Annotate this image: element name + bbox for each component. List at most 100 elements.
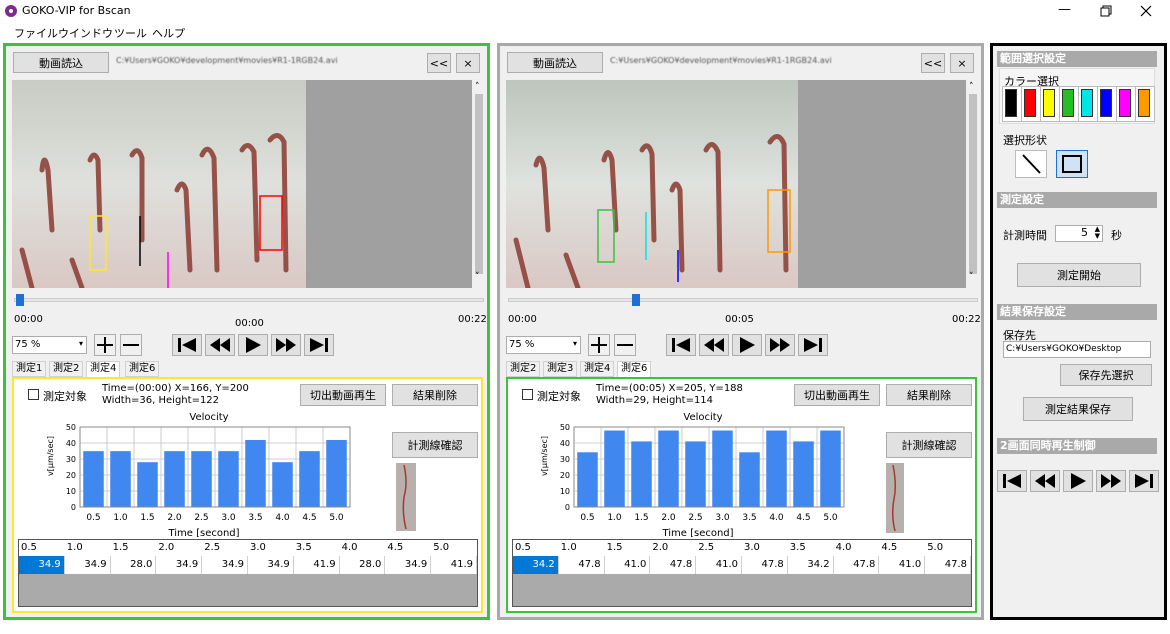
tab-measure-2[interactable]: 測定2 [49,361,84,377]
zoom-out-button[interactable] [120,334,142,356]
sync-skip-end-button[interactable] [1129,470,1159,492]
velocity-cell[interactable]: 34.9 [385,556,432,574]
play-clip-button[interactable]: 切出動画再生 [794,384,880,406]
y-tick-label: 50 [66,423,76,432]
close-window-icon[interactable] [1140,5,1152,17]
color-swatch[interactable] [1135,86,1155,122]
confirm-line-button[interactable]: 計測線確認 [886,432,972,458]
play-clip-button[interactable]: 切出動画再生 [300,384,386,406]
save-results-button[interactable]: 測定結果保存 [1023,397,1133,421]
target-checkbox[interactable] [28,389,39,400]
confirm-line-button[interactable]: 計測線確認 [392,432,478,458]
scroll-down-icon[interactable]: ˅ [475,272,480,282]
tab-measure-6[interactable]: 測定6 [617,361,652,378]
velocity-cell[interactable]: 28.0 [111,556,157,574]
menu-help[interactable]: ヘルプ [152,25,185,41]
color-swatch[interactable] [1040,86,1060,122]
tab-measure-6[interactable]: 測定6 [125,361,160,377]
rect-shape-button[interactable] [1056,150,1088,178]
scroll-down-icon[interactable]: ˅ [969,272,974,282]
velocity-cell[interactable]: 34.9 [202,556,248,574]
delete-results-button[interactable]: 結果削除 [886,384,972,406]
velocity-cell[interactable]: 47.8 [742,556,788,574]
color-swatch[interactable] [1116,86,1136,122]
sync-rewind-button[interactable] [1030,470,1060,492]
zoom-select[interactable]: 75 % ▾ [506,336,581,354]
tab-measure-4[interactable]: 測定4 [86,361,121,378]
minimize-icon[interactable]: — [1058,2,1071,17]
timeline-track[interactable] [508,298,978,302]
close-video-button[interactable]: × [456,53,480,73]
tab-measure-1[interactable]: 測定1 [12,361,47,377]
target-checkbox[interactable] [522,389,533,400]
time-col-header: 4.5 [387,542,404,553]
fast-forward-button[interactable] [271,334,301,356]
menu-file[interactable]: ファイル [14,25,58,41]
zoom-out-button[interactable] [614,334,636,356]
zoom-in-button[interactable] [94,334,116,356]
velocity-cell[interactable]: 47.8 [925,556,971,574]
menu-tools[interactable]: ツール [114,25,147,41]
video-frame[interactable] [12,80,472,288]
collapse-button[interactable]: << [427,53,451,73]
velocity-cell[interactable]: 41.0 [605,556,651,574]
skip-start-button[interactable] [666,334,696,356]
sync-fast-forward-button[interactable] [1096,470,1126,492]
select-dest-button[interactable]: 保存先選択 [1060,364,1152,386]
velocity-cell[interactable]: 34.9 [156,556,203,574]
play-button[interactable] [732,334,762,356]
save-path-field[interactable]: C:¥Users¥GOKO¥Desktop [1003,341,1151,358]
stepper-arrows-icon[interactable]: ▲ ▼ [1095,226,1100,240]
velocity-cell[interactable]: 41.9 [294,556,340,574]
timeline-thumb[interactable] [16,294,24,306]
velocity-cell[interactable]: 34.9 [19,556,65,574]
restore-icon[interactable] [1100,5,1112,17]
menu-window[interactable]: ウインドウ [58,25,113,41]
color-swatch[interactable] [1078,86,1098,122]
timeline-track[interactable] [14,298,484,302]
timeline-thumb[interactable] [632,294,640,306]
velocity-cell[interactable]: 41.0 [696,556,742,574]
skip-end-button[interactable] [798,334,828,356]
load-video-button[interactable]: 動画読込 [13,52,109,73]
vertical-scrollbar[interactable]: ˄ ˅ [472,80,486,288]
zoom-in-button[interactable] [588,334,610,356]
velocity-cell[interactable]: 34.2 [788,556,834,574]
velocity-cell[interactable]: 47.8 [834,556,880,574]
color-swatch[interactable] [1059,86,1079,122]
zoom-select[interactable]: 75 % ▾ [12,336,87,354]
vertical-scrollbar[interactable]: ˄ ˅ [966,80,980,288]
line-shape-button[interactable] [1015,150,1047,178]
tab-measure-2[interactable]: 測定2 [506,361,541,377]
color-swatch[interactable] [1097,86,1117,122]
skip-end-button[interactable] [304,334,334,356]
velocity-cell[interactable]: 47.8 [650,556,697,574]
scroll-up-icon[interactable]: ˄ [475,82,480,92]
velocity-cell[interactable]: 34.9 [65,556,111,574]
video-frame[interactable] [506,80,966,288]
tab-measure-4[interactable]: 測定4 [580,361,615,377]
sync-play-button[interactable] [1063,470,1093,492]
close-video-button[interactable]: × [950,53,974,73]
delete-results-button[interactable]: 結果削除 [392,384,478,406]
color-swatch[interactable] [1021,86,1041,122]
color-swatch[interactable] [1002,86,1022,122]
velocity-cell[interactable]: 28.0 [340,556,386,574]
rewind-button[interactable] [205,334,235,356]
play-button[interactable] [238,334,268,356]
fast-forward-button[interactable] [765,334,795,356]
collapse-button[interactable]: << [921,53,945,73]
measure-time-stepper[interactable]: 5 ▲ ▼ [1055,225,1103,242]
velocity-cell[interactable]: 41.9 [431,556,477,574]
velocity-cell[interactable]: 34.9 [248,556,294,574]
velocity-cell[interactable]: 47.8 [559,556,605,574]
sync-skip-start-button[interactable] [997,470,1027,492]
velocity-cell[interactable]: 41.0 [879,556,926,574]
velocity-cell[interactable]: 34.2 [513,556,559,574]
skip-start-button[interactable] [172,334,202,356]
tab-measure-3[interactable]: 測定3 [543,361,578,377]
start-measure-button[interactable]: 測定開始 [1017,263,1141,287]
load-video-button[interactable]: 動画読込 [507,52,603,73]
rewind-button[interactable] [699,334,729,356]
scroll-up-icon[interactable]: ˄ [969,82,974,92]
